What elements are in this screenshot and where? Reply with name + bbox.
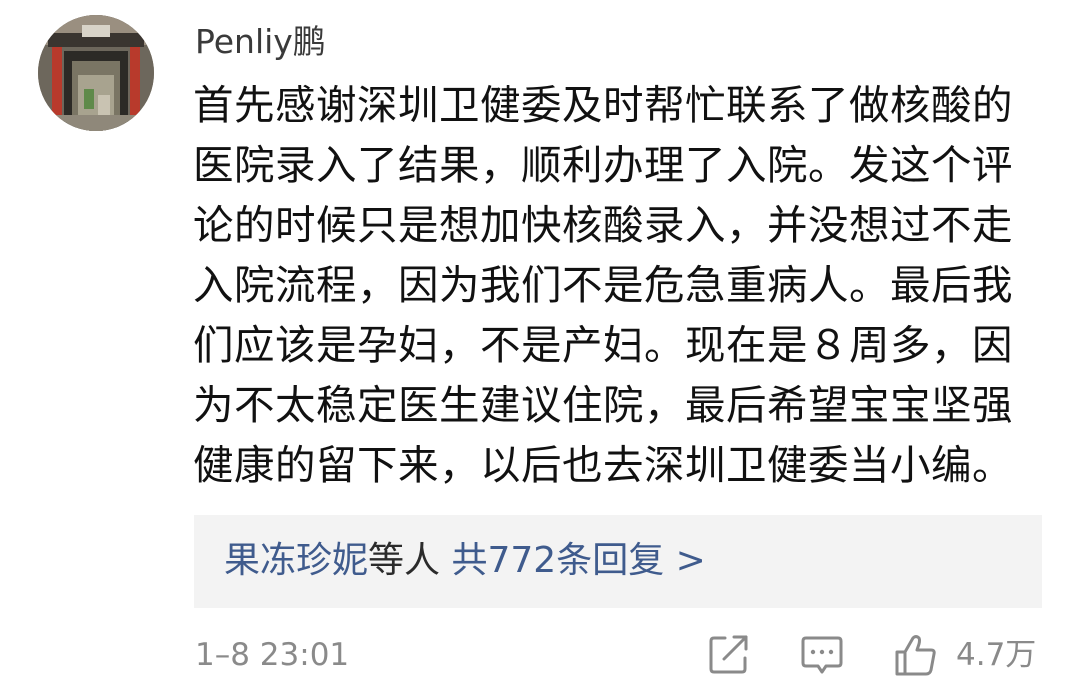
replies-summary: 果冻珍妮等人 共772条回复 > (224, 537, 706, 585)
comment-card: Penliy鹏 首先感谢深圳卫健委及时帮忙联系了做核酸的 医院录入了结果，顺利办… (0, 0, 1080, 687)
share-icon (709, 635, 748, 674)
reply-others-label: 等人 (368, 540, 441, 581)
reply-user-link[interactable]: 果冻珍妮 (224, 540, 368, 581)
like-count: 4.7万 (956, 637, 1037, 673)
reply-button[interactable] (800, 632, 844, 680)
avatar-image (38, 15, 154, 131)
comment-line: 为不太稳定医生建议住院，最后希望宝宝坚强 (193, 381, 1013, 429)
comment-line: 们应该是孕妇，不是产妇。现在是８周多，因 (193, 321, 1013, 369)
replies-preview[interactable]: 果冻珍妮等人 共772条回复 > (194, 515, 1042, 608)
comment-line: 入院流程，因为我们不是危急重病人。最后我 (193, 261, 1013, 309)
comment-line: 论的时候只是想加快核酸录入，并没想过不走 (193, 201, 1013, 249)
comment-text: 首先感谢深圳卫健委及时帮忙联系了做核酸的 医院录入了结果，顺利办理了入院。发这个… (193, 75, 1053, 495)
timestamp: 1–8 23:01 (195, 637, 350, 673)
like-button[interactable] (893, 632, 939, 680)
comment-line: 首先感谢深圳卫健委及时帮忙联系了做核酸的 (193, 81, 1013, 129)
avatar[interactable] (38, 15, 154, 131)
username[interactable]: Penliy鹏 (195, 20, 326, 64)
thumbs-up-icon (895, 635, 936, 676)
comment-line: 健康的留下来，以后也去深圳卫健委当小编。 (193, 441, 1013, 489)
share-button[interactable] (707, 632, 751, 680)
view-replies-link[interactable]: 共772条回复 > (451, 540, 705, 581)
comment-line: 医院录入了结果，顺利办理了入院。发这个评 (193, 141, 1013, 189)
comment-icon (801, 636, 843, 674)
